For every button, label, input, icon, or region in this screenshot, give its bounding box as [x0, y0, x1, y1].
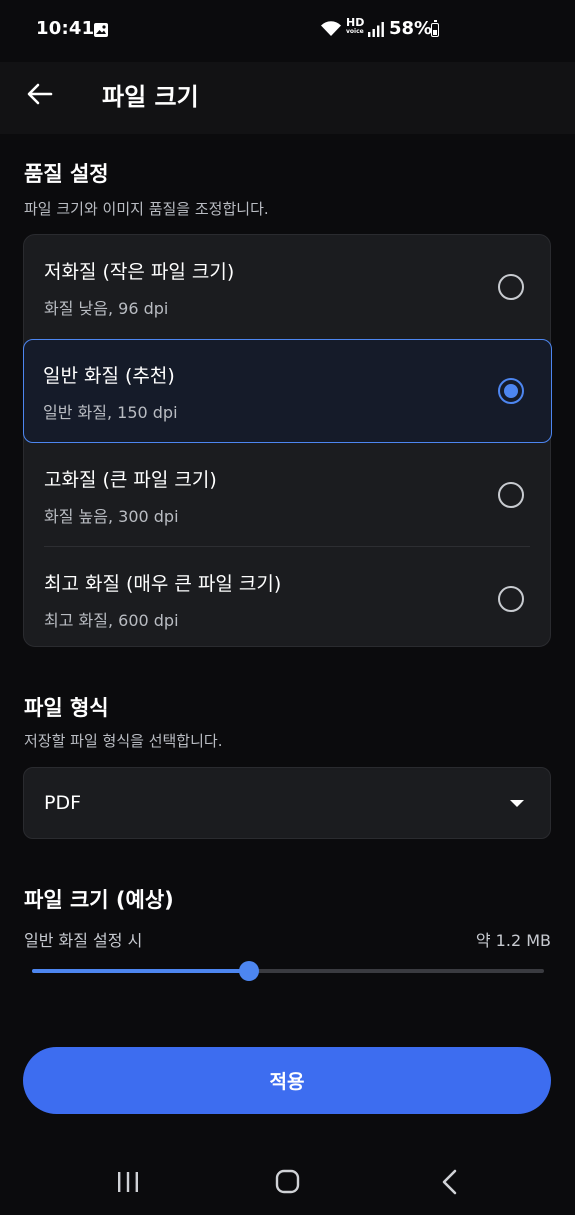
file-size-slider[interactable]	[32, 961, 544, 981]
status-time: 10:41	[36, 18, 95, 39]
radio-button-selected[interactable]	[498, 378, 524, 404]
option-subtitle: 화질 높음, 300 dpi	[44, 507, 179, 526]
dropdown-arrow-icon	[510, 800, 524, 807]
quality-option-best[interactable]: 최고 화질 (매우 큰 파일 크기) 최고 화질, 600 dpi	[24, 547, 552, 651]
slider-thumb[interactable]	[239, 961, 260, 981]
signal-icon	[368, 22, 384, 37]
option-subtitle: 일반 화질, 150 dpi	[43, 403, 178, 422]
app-bar: 파일 크기	[0, 62, 575, 134]
estimate-value: 약 1.2 MB	[475, 931, 551, 950]
estimate-section-title: 파일 크기 (예상)	[24, 888, 174, 912]
format-section-title: 파일 형식	[24, 696, 109, 720]
arrow-left-icon	[27, 83, 53, 105]
hd-voice-sublabel: voice	[346, 28, 364, 35]
hd-voice-icon: HD voice	[346, 17, 364, 35]
system-navigation-bar	[0, 1150, 575, 1215]
file-size-settings-screen: 10:41 HD voice 58% 파일 크기 품질 설정 파일 크기와 이미…	[0, 0, 575, 1215]
estimate-label: 일반 화질 설정 시	[24, 931, 143, 950]
quality-section-title: 품질 설정	[24, 162, 109, 186]
option-title: 저화질 (작은 파일 크기)	[44, 261, 235, 283]
quality-options-card: 저화질 (작은 파일 크기) 화질 낮음, 96 dpi 일반 화질 (추천) …	[23, 234, 552, 647]
page-title: 파일 크기	[102, 83, 199, 111]
format-section-description: 저장할 파일 형식을 선택합니다.	[24, 732, 223, 750]
gallery-notification-icon	[94, 23, 108, 37]
battery-icon	[431, 20, 439, 37]
back-nav-icon[interactable]	[440, 1169, 460, 1195]
battery-percentage: 58%	[389, 18, 433, 39]
radio-button[interactable]	[498, 274, 524, 300]
option-subtitle: 최고 화질, 600 dpi	[44, 611, 179, 630]
quality-option-high[interactable]: 고화질 (큰 파일 크기) 화질 높음, 300 dpi	[24, 443, 552, 547]
quality-section-description: 파일 크기와 이미지 품질을 조정합니다.	[24, 200, 269, 218]
apply-button[interactable]: 적용	[23, 1047, 551, 1114]
wifi-icon	[321, 21, 341, 36]
option-title: 최고 화질 (매우 큰 파일 크기)	[44, 573, 282, 595]
back-button[interactable]	[22, 76, 58, 112]
file-format-value: PDF	[44, 792, 82, 814]
quality-option-normal[interactable]: 일반 화질 (추천) 일반 화질, 150 dpi	[23, 339, 552, 443]
option-title: 고화질 (큰 파일 크기)	[44, 469, 217, 491]
radio-button[interactable]	[498, 586, 524, 612]
slider-fill	[32, 969, 250, 973]
status-bar: 10:41 HD voice 58%	[0, 0, 575, 62]
option-subtitle: 화질 낮음, 96 dpi	[44, 299, 169, 318]
recent-apps-icon[interactable]	[115, 1171, 141, 1193]
file-format-dropdown[interactable]: PDF	[23, 767, 551, 839]
option-title: 일반 화질 (추천)	[43, 365, 175, 387]
home-icon[interactable]	[275, 1169, 300, 1194]
quality-option-low[interactable]: 저화질 (작은 파일 크기) 화질 낮음, 96 dpi	[24, 235, 552, 339]
radio-button[interactable]	[498, 482, 524, 508]
